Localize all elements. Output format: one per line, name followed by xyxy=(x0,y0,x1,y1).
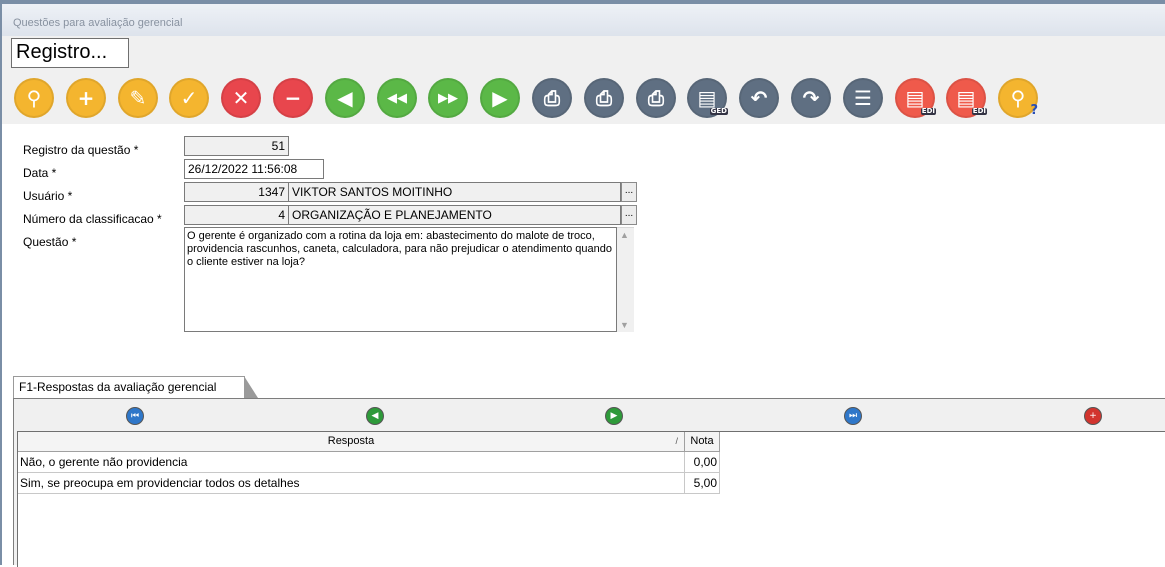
export-list-icon[interactable]: ☰ xyxy=(843,78,883,118)
respostas-panel: ⏮ ◀ ▶ ⏭ + Resposta / Nota Não, o gerente… xyxy=(13,398,1165,567)
undo-icon[interactable]: ↶ xyxy=(739,78,779,118)
last-record-icon[interactable]: ▶ xyxy=(480,78,520,118)
scroll-down-arrow-icon[interactable]: ▼ xyxy=(620,320,629,330)
row-1-nota[interactable]: 0,00 xyxy=(685,452,720,473)
respostas-grid: Resposta / Nota Não, o gerente não provi… xyxy=(17,431,1165,567)
column-header-resposta-label: Resposta xyxy=(327,435,375,447)
data-field[interactable]: 26/12/2022 11:56:08 xyxy=(184,159,324,179)
help-search-icon[interactable]: ⚲? xyxy=(998,78,1038,118)
questao-scrollbar[interactable]: ▲ ▼ xyxy=(617,227,634,332)
delete-icon[interactable]: − xyxy=(273,78,313,118)
registro-header-box: Registro... xyxy=(11,38,129,68)
tab-respostas[interactable]: F1-Respostas da avaliação gerencial xyxy=(13,376,258,398)
search-icon[interactable]: ⚲ xyxy=(14,78,54,118)
first-record-icon[interactable]: ◀ xyxy=(325,78,365,118)
edi-import-icon[interactable]: ▤ EDI xyxy=(946,78,987,118)
print-icon[interactable]: ⎙ xyxy=(584,78,624,118)
classificacao-lookup-button[interactable]: ... xyxy=(621,205,637,225)
grid-first-icon[interactable]: ⏮ xyxy=(126,407,144,425)
usuario-lookup-button[interactable]: ... xyxy=(621,182,637,202)
registro-label: Registro da questão * xyxy=(23,143,139,157)
redo-icon[interactable]: ↷ xyxy=(791,78,831,118)
edit-icon[interactable]: ✎ xyxy=(118,78,158,118)
row-2-nota[interactable]: 5,00 xyxy=(685,473,720,494)
classificacao-label: Número da classificacao * xyxy=(23,212,162,226)
grid-previous-icon[interactable]: ◀ xyxy=(366,407,384,425)
usuario-name-field: VIKTOR SANTOS MOITINHO xyxy=(288,182,621,202)
scroll-up-arrow-icon[interactable]: ▲ xyxy=(620,230,629,240)
grid-add-icon[interactable]: + xyxy=(1084,407,1102,425)
next-record-icon[interactable]: ▶▶ xyxy=(428,78,468,118)
confirm-icon[interactable]: ✓ xyxy=(169,78,209,118)
questao-textarea[interactable]: O gerente é organizado com a rotina da l… xyxy=(184,227,617,332)
classificacao-name-field: ORGANIZAÇÃO E PLANEJAMENTO xyxy=(288,205,621,225)
row-2-resposta[interactable]: Sim, se preocupa em providenciar todos o… xyxy=(18,473,685,494)
questao-label: Questão * xyxy=(23,235,77,249)
grid-last-icon[interactable]: ⏭ xyxy=(844,407,862,425)
print-email-icon[interactable]: ⎙ xyxy=(636,78,676,118)
cancel-icon[interactable]: ✕ xyxy=(221,78,261,118)
previous-record-icon[interactable]: ◀◀ xyxy=(377,78,417,118)
add-icon[interactable]: + xyxy=(66,78,106,118)
classificacao-code-field[interactable]: 4 xyxy=(184,205,289,225)
edi-export-icon[interactable]: ▤ EDI xyxy=(895,78,936,118)
column-header-nota[interactable]: Nota xyxy=(685,432,720,452)
registro-field[interactable]: 51 xyxy=(184,136,289,156)
column-header-resposta[interactable]: Resposta / xyxy=(18,432,685,452)
ged-icon[interactable]: ▤ GED xyxy=(687,78,728,118)
data-label: Data * xyxy=(23,166,57,180)
window-title: Questões para avaliação gerencial xyxy=(13,17,183,29)
print-preview-icon[interactable]: ⎙ xyxy=(532,78,572,118)
title-bar: Questões para avaliação gerencial xyxy=(2,4,1165,36)
usuario-code-field[interactable]: 1347 xyxy=(184,182,289,202)
row-1-resposta[interactable]: Não, o gerente não providencia xyxy=(18,452,685,473)
usuario-label: Usuário * xyxy=(23,189,73,203)
sort-indicator-icon: / xyxy=(675,436,678,446)
grid-next-icon[interactable]: ▶ xyxy=(605,407,623,425)
tab-strip: F1-Respostas da avaliação gerencial xyxy=(13,376,1165,398)
